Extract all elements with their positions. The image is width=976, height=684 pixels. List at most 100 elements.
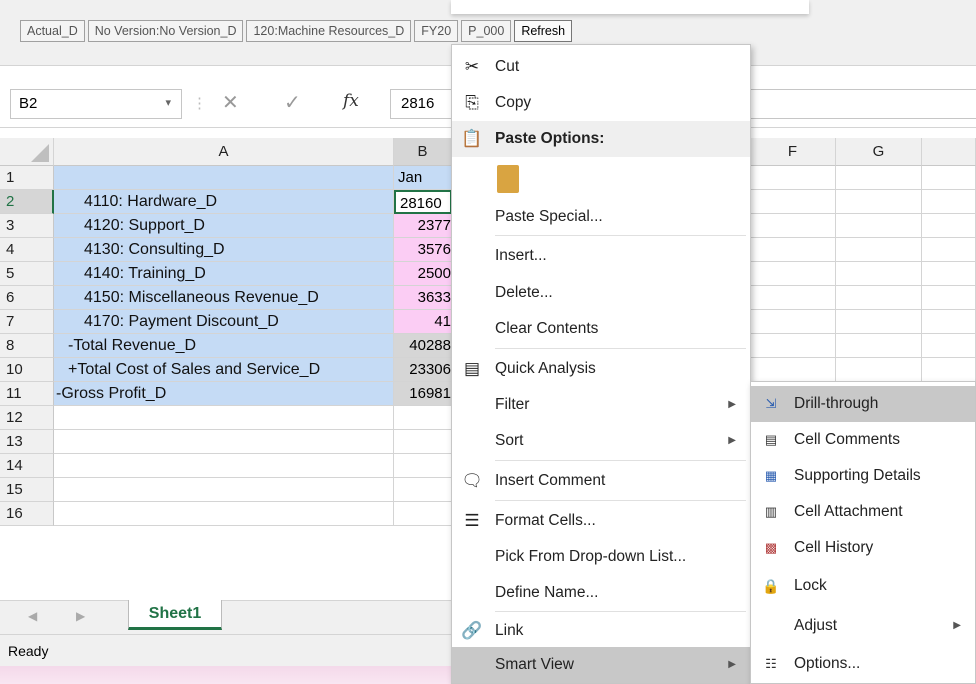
cell-b[interactable]: 23306 [394, 358, 452, 382]
column-header-g[interactable]: G [836, 138, 922, 166]
cell-a[interactable]: 4120: Support_D [54, 214, 394, 238]
row-header[interactable]: 13 [0, 430, 54, 454]
cell-b[interactable]: 3633 [394, 286, 452, 310]
cell[interactable] [836, 334, 922, 358]
pov-year[interactable]: FY20 [414, 20, 459, 42]
insert-function-icon[interactable]: fx [343, 91, 359, 111]
cell[interactable] [750, 166, 836, 190]
cell-b[interactable] [394, 454, 452, 478]
column-header-b[interactable]: B [394, 138, 452, 166]
row-header[interactable]: 4 [0, 238, 54, 262]
menu-item-smart-view[interactable]: Smart View ▶ [452, 647, 750, 683]
cell[interactable] [836, 358, 922, 382]
row-header[interactable]: 11 [0, 382, 54, 406]
cell-b[interactable]: 16981 [394, 382, 452, 406]
pov-scenario[interactable]: Actual_D [20, 20, 85, 42]
menu-item-link[interactable]: 🔗 Link [452, 613, 750, 649]
cell-b[interactable]: 41 [394, 310, 452, 334]
cell-a[interactable] [54, 406, 394, 430]
paste-option-button[interactable] [452, 157, 750, 203]
cell-a[interactable]: 4130: Consulting_D [54, 238, 394, 262]
row-header[interactable]: 2 [0, 190, 54, 214]
cell[interactable] [750, 214, 836, 238]
cell[interactable] [750, 358, 836, 382]
cell-a[interactable] [54, 430, 394, 454]
cell[interactable] [750, 238, 836, 262]
cell-b[interactable]: 28160 [394, 190, 452, 214]
row-header[interactable]: 6 [0, 286, 54, 310]
cell-a[interactable] [54, 454, 394, 478]
cell-a[interactable] [54, 166, 394, 190]
cell[interactable] [750, 334, 836, 358]
cell-a[interactable]: +Total Cost of Sales and Service_D [54, 358, 394, 382]
cell[interactable] [836, 286, 922, 310]
menu-item-drill-through[interactable]: ⇲ Drill-through [751, 386, 975, 422]
row-header[interactable]: 8 [0, 334, 54, 358]
cell[interactable] [922, 166, 976, 190]
cell[interactable] [750, 190, 836, 214]
sheet-tab[interactable]: Sheet1 [128, 600, 222, 630]
cancel-icon[interactable]: ✕ [222, 90, 239, 115]
pov-entity[interactable]: 120:Machine Resources_D [246, 20, 412, 42]
chevron-down-icon[interactable]: ▾ [165, 96, 171, 109]
row-header[interactable]: 1 [0, 166, 54, 190]
cell[interactable] [836, 238, 922, 262]
name-box[interactable]: B2 ▾ [10, 89, 182, 119]
menu-item-cell-attachment[interactable]: ▥ Cell Attachment [751, 494, 975, 530]
column-header-f[interactable]: F [750, 138, 836, 166]
cell-a[interactable]: -Total Revenue_D [54, 334, 394, 358]
cell-a[interactable]: 4170: Payment Discount_D [54, 310, 394, 334]
row-header[interactable]: 3 [0, 214, 54, 238]
tab-scroll-left-icon[interactable]: ◀ [28, 609, 37, 623]
cell-a[interactable]: 4150: Miscellaneous Revenue_D [54, 286, 394, 310]
row-header[interactable]: 7 [0, 310, 54, 334]
cell[interactable] [922, 262, 976, 286]
cell-b[interactable]: 40288 [394, 334, 452, 358]
cell-a[interactable]: 4110: Hardware_D [54, 190, 394, 214]
row-header[interactable]: 16 [0, 502, 54, 526]
row-header[interactable]: 12 [0, 406, 54, 430]
enter-icon[interactable]: ✓ [284, 90, 301, 115]
cell[interactable] [750, 286, 836, 310]
column-header-h[interactable] [922, 138, 976, 166]
menu-item-sort[interactable]: Sort ▶ [452, 423, 750, 459]
cell-b[interactable] [394, 502, 452, 526]
cell-b[interactable]: 2500 [394, 262, 452, 286]
column-header-a[interactable]: A [54, 138, 394, 166]
cell-b[interactable] [394, 478, 452, 502]
cell-a[interactable]: 4140: Training_D [54, 262, 394, 286]
cell-a[interactable] [54, 502, 394, 526]
menu-item-insert-comment[interactable]: 🗨 Insert Comment [452, 463, 750, 499]
menu-item-cell-history[interactable]: ▩ Cell History [751, 530, 975, 566]
cell[interactable] [750, 310, 836, 334]
tab-scroll-right-icon[interactable]: ▶ [76, 609, 85, 623]
cell-b[interactable] [394, 430, 452, 454]
cell[interactable] [922, 214, 976, 238]
menu-item-adjust[interactable]: Adjust ▶ [751, 608, 975, 644]
menu-item-delete[interactable]: Delete... [452, 275, 750, 311]
row-header[interactable]: 5 [0, 262, 54, 286]
cell[interactable] [922, 190, 976, 214]
cell[interactable] [922, 286, 976, 310]
cell[interactable] [836, 310, 922, 334]
pov-version[interactable]: No Version:No Version_D [87, 20, 244, 42]
refresh-button[interactable]: Refresh [514, 20, 573, 42]
cell-a[interactable] [54, 478, 394, 502]
cell[interactable] [922, 334, 976, 358]
pov-period[interactable]: P_000 [461, 20, 512, 42]
cell[interactable] [922, 238, 976, 262]
cell-b[interactable]: Jan [394, 166, 452, 190]
cell-b[interactable] [394, 406, 452, 430]
cell-b[interactable]: 3576 [394, 238, 452, 262]
cell[interactable] [836, 166, 922, 190]
menu-item-format-cells[interactable]: ☰ Format Cells... [452, 503, 750, 539]
row-header[interactable]: 15 [0, 478, 54, 502]
splitter-icon[interactable]: ⋮ [192, 94, 207, 112]
menu-item-clear-contents[interactable]: Clear Contents [452, 311, 750, 347]
row-header[interactable]: 10 [0, 358, 54, 382]
cell[interactable] [836, 214, 922, 238]
menu-item-supporting-details[interactable]: ▦ Supporting Details [751, 458, 975, 494]
menu-item-filter[interactable]: Filter ▶ [452, 387, 750, 423]
cell[interactable] [922, 310, 976, 334]
select-all-corner[interactable] [0, 138, 54, 166]
